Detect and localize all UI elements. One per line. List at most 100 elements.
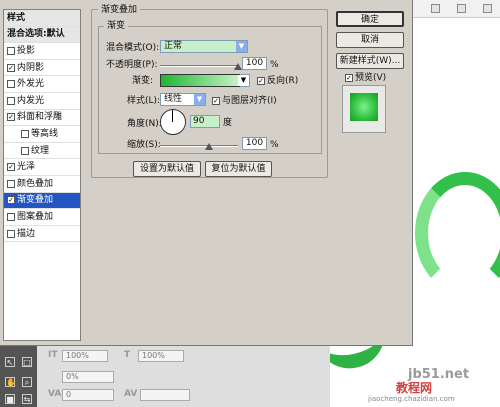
preview-checkbox[interactable]: ✓ 预览(V) xyxy=(345,72,386,84)
style-list-item[interactable]: 颜色叠加 xyxy=(4,176,80,193)
style-checkbox-icon[interactable] xyxy=(21,146,29,155)
style-list-item[interactable]: 纹理 xyxy=(4,143,80,160)
style-checkbox-icon[interactable]: ✓ xyxy=(7,63,15,72)
style-list-item[interactable]: 等高线 xyxy=(4,126,80,143)
style-list-item[interactable]: ✓ 渐变叠加 xyxy=(4,192,80,210)
scale-label: 缩放(S): xyxy=(127,140,161,150)
hand-tool-icon[interactable]: ✋ xyxy=(5,377,16,387)
style-value: 线性 xyxy=(164,94,183,104)
gradient-picker[interactable] xyxy=(160,74,240,87)
marquee-tool-icon[interactable]: □ xyxy=(22,357,32,367)
style-list-item-label: 样式 xyxy=(7,12,26,23)
preview-swatch xyxy=(350,93,378,121)
style-list-item[interactable]: 描边 xyxy=(4,226,80,243)
horizontal-scale-icon: T xyxy=(124,350,131,360)
ok-button[interactable]: 确定 xyxy=(336,11,404,27)
reset-default-button[interactable]: 复位为默认值 xyxy=(205,161,272,177)
style-list-item-label: 颜色叠加 xyxy=(17,178,54,189)
style-list-item-label: 外发光 xyxy=(17,79,45,90)
opacity-percent: % xyxy=(270,60,279,70)
style-checkbox-icon[interactable] xyxy=(21,129,29,138)
zoom-tool-icon[interactable]: ⌕ xyxy=(22,377,32,387)
chevron-down-icon: ▼ xyxy=(194,94,205,105)
angle-input[interactable]: 90 xyxy=(190,115,220,128)
subgroup-title: 渐变 xyxy=(104,20,129,32)
top-strip xyxy=(405,0,500,18)
angle-label: 角度(N): xyxy=(127,119,162,129)
reverse-label: 反向(R) xyxy=(267,76,299,86)
chevron-down-icon: ▼ xyxy=(236,41,247,52)
blend-mode-value: 正常 xyxy=(164,41,183,51)
scale-slider[interactable] xyxy=(160,145,238,147)
move-tool-icon[interactable]: ↖ xyxy=(5,357,15,367)
style-list-item[interactable]: 外发光 xyxy=(4,76,80,93)
set-default-button[interactable]: 设置为默认值 xyxy=(133,161,201,177)
panel-title: 渐变叠加 xyxy=(98,4,141,16)
align-label: 与图层对齐(I) xyxy=(222,96,277,106)
preview-label: 预览(V) xyxy=(355,73,387,83)
watermark-url: jiaocheng.chazidian.com xyxy=(368,395,455,403)
style-list-item[interactable]: 内发光 xyxy=(4,93,80,110)
tracking-input[interactable] xyxy=(140,389,190,401)
horizontal-scale-input[interactable]: 100% xyxy=(138,350,184,362)
vertical-scale-icon: IT xyxy=(48,350,58,360)
style-checkbox-icon[interactable]: ✓ xyxy=(7,196,15,205)
style-list-item-label: 图案叠加 xyxy=(17,211,54,222)
style-list-item[interactable]: ✓ 光泽 xyxy=(4,159,80,176)
blend-mode-label: 混合模式(O): xyxy=(106,43,160,53)
style-list-item-label: 内阴影 xyxy=(17,62,45,73)
angle-dial[interactable] xyxy=(160,109,186,135)
style-checkbox-icon[interactable]: ✓ xyxy=(7,113,15,122)
restore-icon[interactable] xyxy=(457,4,466,13)
new-style-button[interactable]: 新建样式(W)... xyxy=(336,53,404,69)
style-list-item-label: 投影 xyxy=(17,45,36,56)
opacity-slider[interactable] xyxy=(160,65,238,67)
style-list-item[interactable]: 样式 xyxy=(4,10,80,27)
opacity-slider-thumb[interactable] xyxy=(234,63,242,70)
chevron-down-icon: ▼ xyxy=(238,75,249,86)
style-list-item-label: 内发光 xyxy=(17,95,45,106)
style-checkbox-icon[interactable] xyxy=(7,46,15,55)
close-icon[interactable] xyxy=(483,4,492,13)
style-list-item[interactable]: ✓ 斜面和浮雕 xyxy=(4,110,80,127)
swap-colors-icon[interactable]: ⇆ xyxy=(22,394,32,404)
reverse-checkbox[interactable]: ✓ 反向(R) xyxy=(257,75,298,87)
kerning-icon: VA xyxy=(48,389,62,399)
style-list-item[interactable]: 投影 xyxy=(4,43,80,60)
scale-slider-thumb[interactable] xyxy=(205,143,213,150)
style-list-item-label: 渐变叠加 xyxy=(17,195,54,206)
style-checkbox-icon[interactable] xyxy=(7,229,15,238)
vertical-scale-input[interactable]: 100% xyxy=(62,350,108,362)
style-list-item[interactable]: ✓ 内阴影 xyxy=(4,60,80,77)
blend-mode-select[interactable]: 正常 ▼ xyxy=(160,40,248,53)
style-label: 样式(L): xyxy=(127,96,161,106)
style-list-item[interactable]: 混合选项:默认 xyxy=(4,26,80,44)
style-checkbox-icon[interactable] xyxy=(7,179,15,188)
tracking-icon: AV xyxy=(124,389,138,399)
style-select[interactable]: 线性 ▼ xyxy=(160,93,206,106)
style-list-item-label: 斜面和浮雕 xyxy=(17,112,63,123)
kerning-input[interactable]: 0 xyxy=(62,389,114,401)
watermark-brand: 教程网 xyxy=(396,381,433,395)
opacity-input[interactable]: 100 xyxy=(242,57,267,70)
align-with-layer-checkbox[interactable]: ✓ 与图层对齐(I) xyxy=(212,95,277,107)
style-checkbox-icon[interactable] xyxy=(7,96,15,105)
cancel-button[interactable]: 取消 xyxy=(336,32,404,48)
gradient-dropdown[interactable]: ▼ xyxy=(238,74,250,87)
style-checkbox-icon[interactable] xyxy=(7,212,15,221)
style-checkbox-icon[interactable]: ✓ xyxy=(7,163,15,172)
style-list-item-label: 描边 xyxy=(17,228,36,239)
style-checkbox-icon[interactable] xyxy=(7,80,15,89)
minimize-icon[interactable] xyxy=(431,4,440,13)
angle-degree: 度 xyxy=(223,118,233,128)
baseline-shift-input[interactable]: 0% xyxy=(62,371,114,383)
preview-check-icon: ✓ xyxy=(345,74,353,82)
foreground-color-icon[interactable]: ■ xyxy=(5,394,15,404)
style-list-item-label: 混合选项:默认 xyxy=(7,29,65,40)
style-list: 样式 混合选项:默认 投影 ✓ 内阴影 外发光 内发光 ✓ 斜面和浮雕 等高线 纹理 ✓ 光泽 颜色叠加 ✓… xyxy=(3,9,81,341)
style-list-item[interactable]: 图案叠加 xyxy=(4,209,80,226)
scale-input[interactable]: 100 xyxy=(242,137,267,150)
gradient-label: 渐变: xyxy=(132,76,154,86)
scale-percent: % xyxy=(270,140,279,150)
style-list-item-label: 纹理 xyxy=(31,145,50,156)
